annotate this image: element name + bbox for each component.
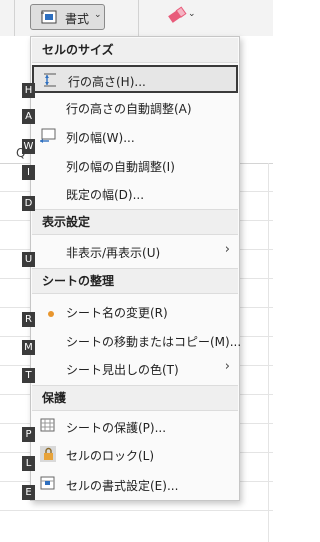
menu-item-protect-sheet[interactable]: シートの保護(P)...	[32, 413, 238, 441]
menu-item-label: シート見出しの色(T)	[66, 363, 179, 377]
menu-item-label: シート名の変更(R)	[66, 306, 168, 320]
keytip-badge: A	[22, 109, 35, 124]
menu-item-label: 既定の幅(D)...	[66, 188, 145, 202]
rename-sheet-icon	[48, 311, 54, 317]
submenu-arrow-icon: ›	[224, 242, 230, 257]
column-width-icon	[40, 128, 56, 143]
menu-item-label: 行の高さの自動調整(A)	[66, 102, 192, 116]
keytip-badge: T	[22, 368, 35, 383]
protect-sheet-icon	[40, 418, 55, 432]
keytip-badge: E	[22, 485, 35, 500]
format-cells-icon	[41, 10, 57, 24]
section-heading-visibility: 表示設定	[32, 210, 238, 234]
keytip-badge: W	[22, 139, 35, 154]
row-height-icon	[44, 73, 56, 87]
grid-row-line	[0, 510, 273, 511]
menu-item-format-cells[interactable]: セルの書式設定(E)...	[32, 471, 238, 499]
section-heading-organize-sheets: シートの整理	[32, 269, 238, 293]
ribbon-separator	[14, 0, 15, 36]
format-dropdown-menu: セルのサイズ 行の高さ(H)... 行の高さの自動調整(A) 列の幅(W)...…	[30, 36, 242, 501]
keytip-badge: I	[22, 165, 35, 180]
clear-eraser-icon[interactable]	[166, 6, 188, 24]
keytip-badge: L	[22, 456, 35, 471]
menu-item-label: シートの移動またはコピー(M)...	[66, 335, 242, 349]
menu-item-rename-sheet[interactable]: シート名の変更(R)	[32, 298, 238, 326]
menu-item-label: 非表示/再表示(U)	[66, 246, 161, 260]
menu-item-label: 列の幅(W)...	[66, 131, 135, 145]
menu-item-label: 行の高さ(H)...	[68, 75, 146, 89]
ribbon-separator	[138, 0, 139, 36]
menu-item-lock-cell[interactable]: セルのロック(L)	[32, 441, 238, 469]
chevron-down-icon: ⌄	[94, 10, 102, 20]
menu-item-label: セルの書式設定(E)...	[66, 479, 179, 493]
format-button[interactable]: 書式 ⌄	[30, 4, 105, 30]
keytip-badge: R	[22, 312, 35, 327]
menu-item-tab-color[interactable]: シート見出しの色(T) ›	[32, 355, 238, 383]
keytip-badge: P	[22, 427, 35, 442]
divider	[32, 410, 238, 411]
menu-item-label: 列の幅の自動調整(I)	[66, 160, 175, 174]
format-button-label: 書式	[65, 12, 90, 26]
keytip-badge: U	[22, 252, 35, 267]
section-heading-protection: 保護	[32, 386, 238, 410]
menu-item-move-copy-sheet[interactable]: シートの移動またはコピー(M)...	[32, 327, 242, 355]
menu-item-default-width[interactable]: 既定の幅(D)...	[32, 180, 238, 208]
menu-item-autofit-row-height[interactable]: 行の高さの自動調整(A)	[32, 94, 238, 122]
section-heading-cell-size: セルのサイズ	[32, 38, 238, 62]
format-cells-icon	[40, 476, 55, 490]
menu-item-autofit-column-width[interactable]: 列の幅の自動調整(I)	[32, 152, 238, 180]
lock-icon	[40, 446, 56, 462]
keytip-badge: H	[22, 83, 35, 98]
keytip-badge: M	[22, 340, 35, 355]
menu-item-row-height[interactable]: 行の高さ(H)...	[32, 65, 238, 93]
ribbon: 書式 ⌄ ⌄	[0, 0, 273, 36]
menu-item-label: セルのロック(L)	[66, 449, 155, 463]
divider	[32, 62, 238, 63]
divider	[32, 234, 238, 235]
divider	[32, 293, 238, 294]
menu-item-label: シートの保護(P)...	[66, 421, 167, 435]
menu-item-hide-unhide[interactable]: 非表示/再表示(U) ›	[32, 238, 238, 266]
keytip-badge: D	[22, 196, 35, 211]
chevron-down-icon[interactable]: ⌄	[188, 9, 196, 19]
submenu-arrow-icon: ›	[224, 359, 230, 374]
menu-item-column-width[interactable]: 列の幅(W)...	[32, 123, 238, 151]
